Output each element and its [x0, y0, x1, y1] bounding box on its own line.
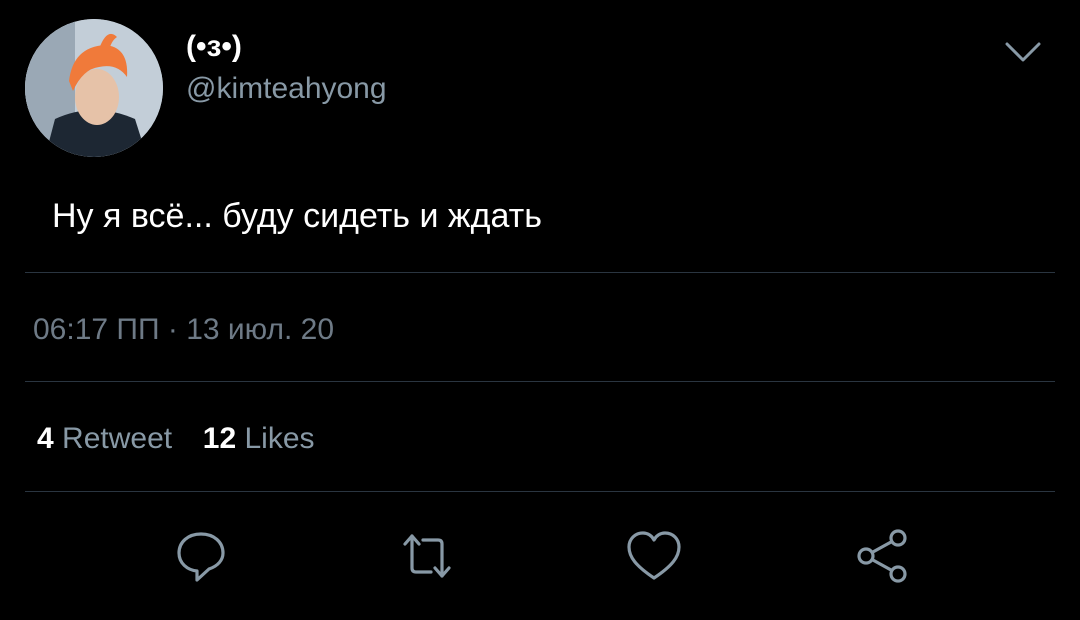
divider: [25, 272, 1055, 273]
share-button[interactable]: [852, 526, 912, 586]
retweet-stat[interactable]: 4 Retweet: [37, 422, 180, 455]
username-handle[interactable]: @kimteahyong: [186, 72, 387, 106]
likes-label: Likes: [244, 422, 315, 455]
reply-icon: [177, 532, 225, 582]
share-icon: [857, 529, 907, 583]
like-button[interactable]: [624, 526, 684, 586]
tweet-text: Ну я всё... буду сидеть и ждать: [52, 197, 542, 235]
retweet-icon: [403, 534, 451, 578]
retweet-button[interactable]: [397, 526, 457, 586]
divider: [25, 381, 1055, 382]
display-name[interactable]: (•з•): [186, 30, 242, 64]
tweet-detail: (•з•) @kimteahyong Ну я всё... буду сиде…: [0, 0, 1080, 620]
tweet-stats: 4 Retweet 12 Likes: [37, 422, 315, 456]
retweet-count: 4: [37, 422, 54, 455]
avatar-image: [25, 19, 163, 157]
divider: [25, 491, 1055, 492]
heart-icon: [627, 531, 681, 580]
likes-stat[interactable]: 12 Likes: [203, 422, 315, 455]
likes-count: 12: [202, 422, 237, 455]
chevron-down-icon[interactable]: [1004, 40, 1042, 64]
avatar[interactable]: [25, 19, 163, 157]
reply-button[interactable]: [171, 526, 231, 586]
retweet-label: Retweet: [62, 422, 173, 455]
tweet-timestamp: 06:17 ПП · 13 июл. 20: [33, 313, 335, 346]
